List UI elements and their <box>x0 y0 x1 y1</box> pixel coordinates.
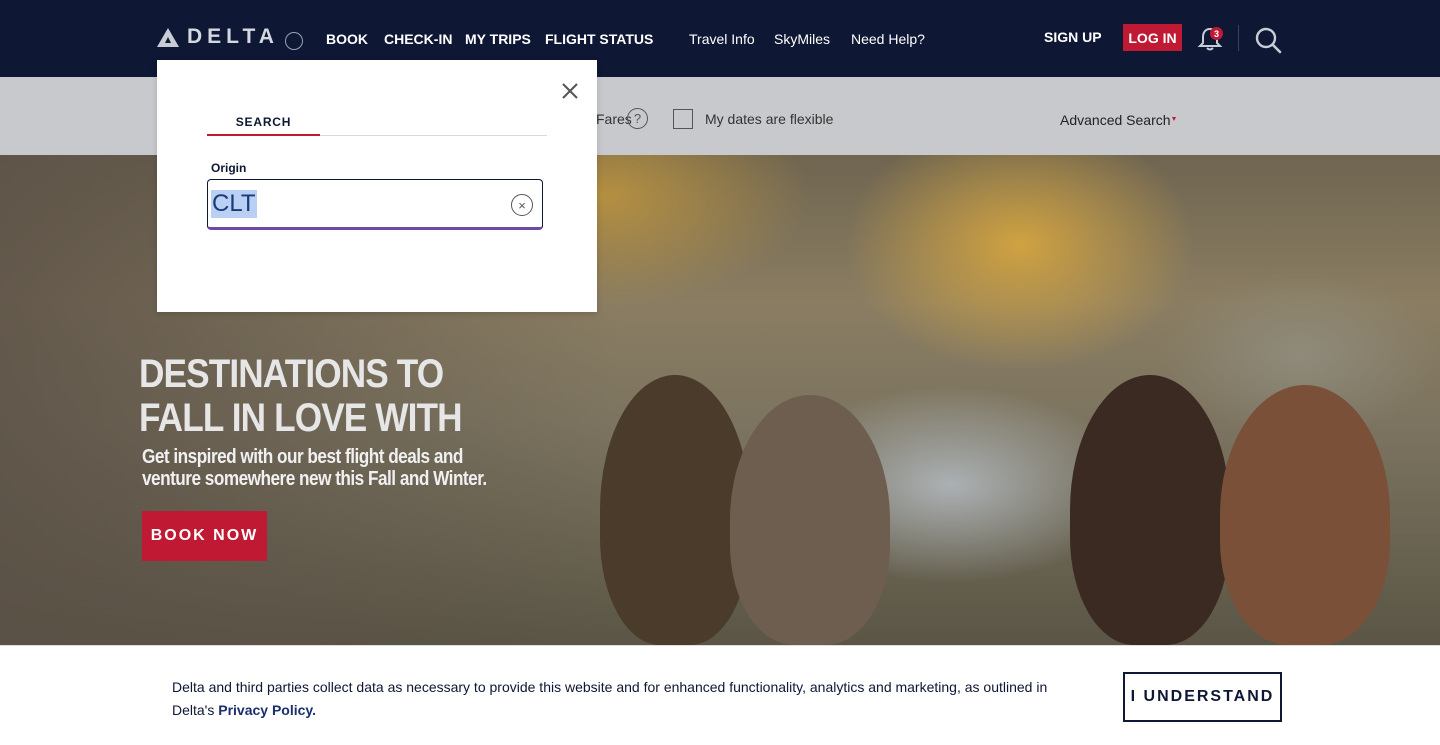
delta-triangle-icon <box>157 27 179 47</box>
nav-divider <box>1238 25 1239 51</box>
advanced-search-link[interactable]: Advanced Search <box>1060 112 1171 128</box>
origin-search-popup: SEARCH Origin CLT × <box>157 60 597 312</box>
nav-skymiles[interactable]: SkyMiles <box>774 31 830 47</box>
origin-input-value[interactable]: CLT <box>211 190 257 218</box>
nav-book[interactable]: BOOK <box>326 31 368 47</box>
origin-label: Origin <box>211 161 247 175</box>
delta-wordmark: DELTA <box>187 25 279 48</box>
tab-divider <box>320 135 547 136</box>
flexible-dates-checkbox[interactable] <box>673 109 693 129</box>
hero-person <box>600 375 750 645</box>
cookie-message: Delta and third parties collect data as … <box>172 676 1072 722</box>
nav-need-help[interactable]: Need Help? <box>851 31 925 47</box>
flexible-dates-label[interactable]: My dates are flexible <box>705 111 833 127</box>
chevron-down-icon <box>1172 117 1176 121</box>
help-icon[interactable]: ? <box>627 108 648 129</box>
privacy-policy-link[interactable]: Privacy Policy. <box>218 702 316 718</box>
book-now-button[interactable]: BOOK NOW <box>142 511 267 561</box>
notification-badge: 3 <box>1210 27 1223 40</box>
sign-up-link[interactable]: SIGN UP <box>1044 29 1102 45</box>
log-in-button[interactable]: LOG IN <box>1123 24 1182 51</box>
search-icon[interactable] <box>1254 26 1282 54</box>
hero-person <box>1070 375 1230 645</box>
i-understand-button[interactable]: I UNDERSTAND <box>1123 672 1282 722</box>
hero-title-line: FALL IN LOVE WITH <box>139 396 463 440</box>
delta-logo[interactable]: DELTA <box>157 24 303 50</box>
globe-icon <box>284 32 303 50</box>
nav-travel-info[interactable]: Travel Info <box>689 31 755 47</box>
hero-person <box>730 395 890 645</box>
hero-subtitle-line: venture somewhere new this Fall and Wint… <box>142 468 487 490</box>
hero-person <box>1220 385 1390 645</box>
hero-title: DESTINATIONS TO FALL IN LOVE WITH <box>139 352 463 440</box>
nav-flight-status[interactable]: FLIGHT STATUS <box>545 31 653 47</box>
hero-subtitle: Get inspired with our best flight deals … <box>142 446 487 490</box>
hero-subtitle-line: Get inspired with our best flight deals … <box>142 446 463 468</box>
clear-input-icon[interactable]: × <box>511 194 533 216</box>
hero-title-line: DESTINATIONS TO <box>139 352 444 396</box>
close-icon[interactable] <box>560 81 580 101</box>
nav-check-in[interactable]: CHECK-IN <box>384 31 452 47</box>
origin-input[interactable]: CLT × <box>207 179 543 230</box>
tab-search[interactable]: SEARCH <box>207 115 320 136</box>
nav-my-trips[interactable]: MY TRIPS <box>465 31 531 47</box>
